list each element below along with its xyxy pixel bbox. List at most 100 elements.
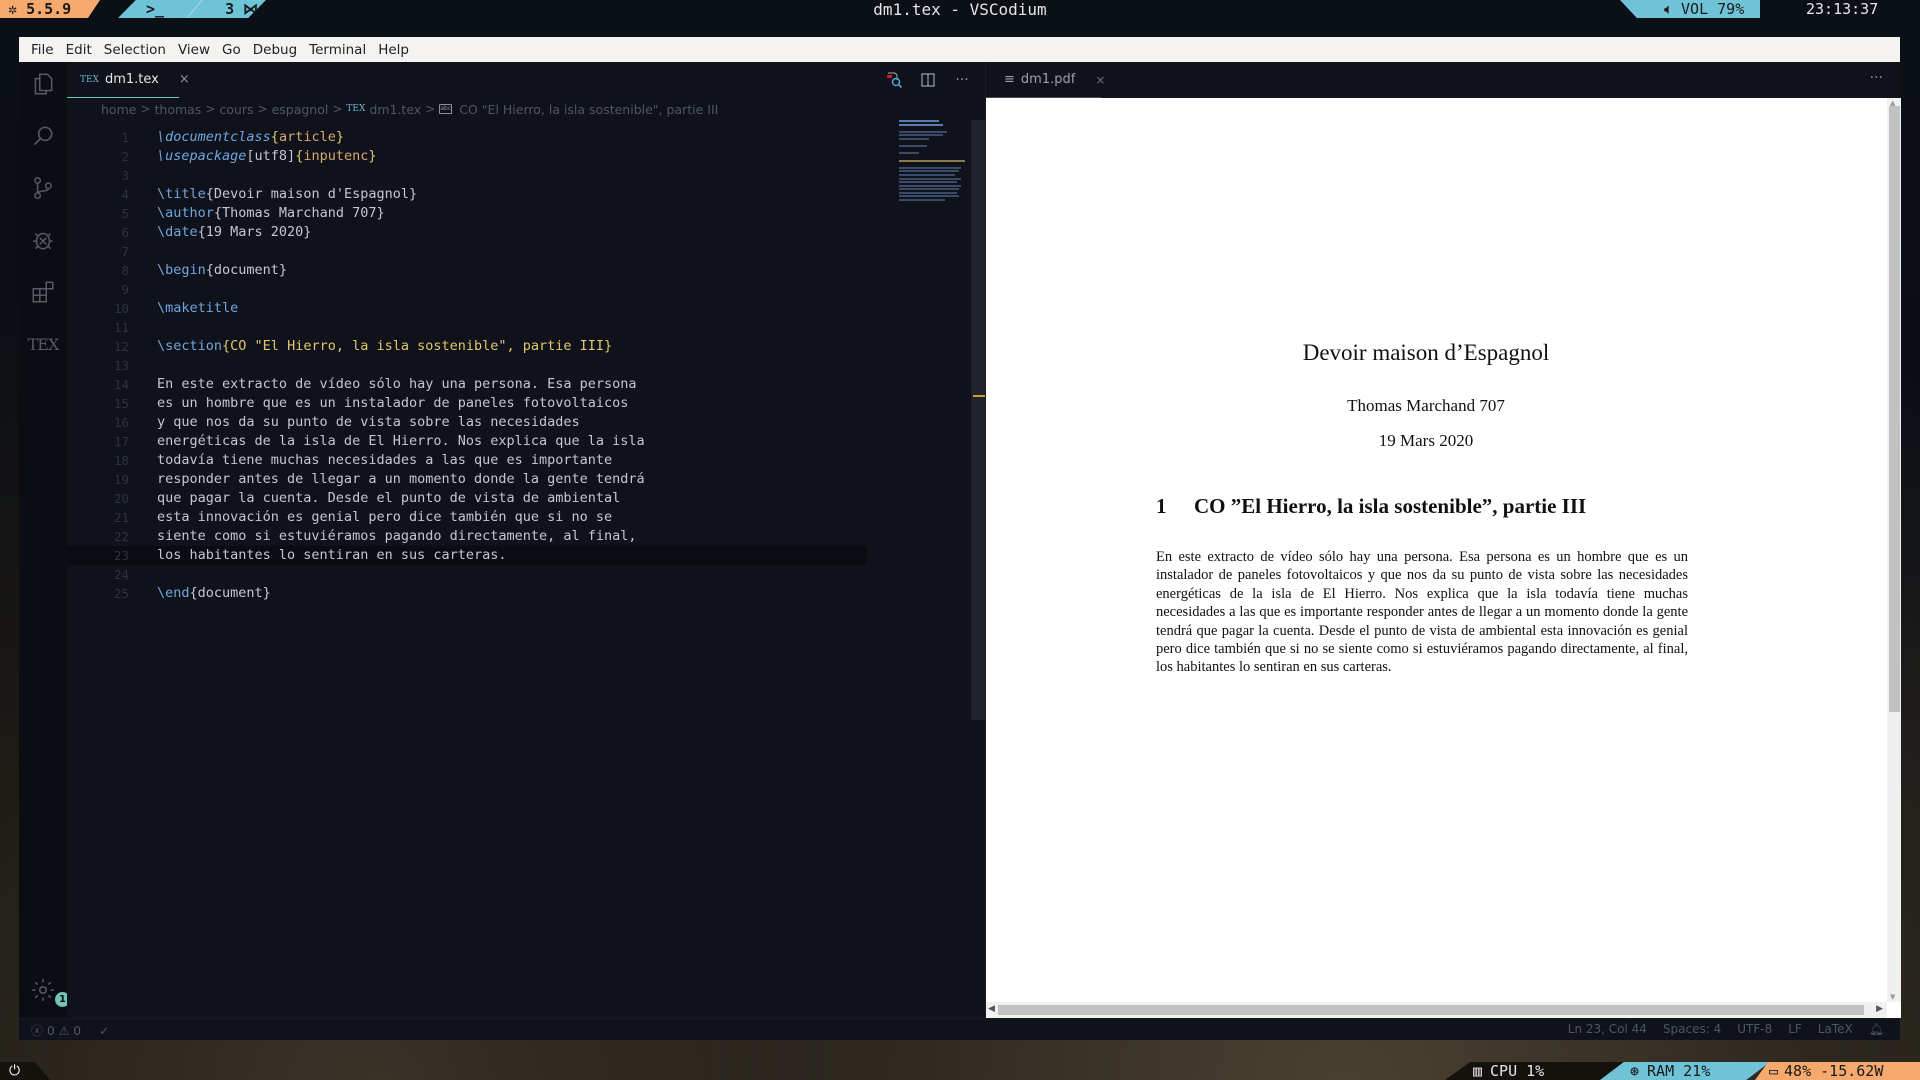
debug-icon[interactable] [29, 226, 57, 254]
pdf-preview-icon[interactable] [885, 71, 903, 89]
search-icon[interactable] [29, 122, 57, 150]
breadcrumb-item[interactable]: espagnol [272, 102, 329, 117]
code-line[interactable]: 2 \usepackage[utf8]{inputenc} [67, 147, 867, 166]
cursor-position[interactable]: Ln 23, Col 44 [1568, 1022, 1647, 1036]
line-text: y que nos da su punto de vista sobre las… [157, 413, 580, 432]
scrollbar-thumb[interactable] [998, 1005, 1864, 1015]
code-line[interactable]: 16 y que nos da su punto de vista sobre l… [67, 413, 867, 432]
check-icon[interactable]: ✓ [99, 1024, 109, 1038]
code-token: {Thomas Marchand 707} [213, 205, 385, 221]
tab-dm1-tex[interactable]: TEX dm1.tex × [67, 62, 190, 98]
volume-widget[interactable]: 🔈︎ VOL 79% [1620, 0, 1760, 18]
code-line[interactable]: 6 \date{19 Mars 2020} [67, 223, 867, 242]
code-line[interactable]: 1 \documentclass{article} [67, 128, 867, 147]
tex-file-icon: TEX [346, 104, 366, 114]
code-line[interactable]: 19 responder antes de llegar a un momento… [67, 470, 867, 489]
tab-dm1-pdf[interactable]: ≡ dm1.pdf × [986, 62, 1105, 98]
code-line[interactable]: 24 [67, 565, 867, 584]
error-icon: ⓧ [31, 1024, 44, 1038]
breadcrumb-item[interactable]: dm1.tex [369, 102, 421, 117]
code-token: todavía tiene muchas necesidades a las q… [157, 452, 613, 468]
code-line[interactable]: 4 \title{Devoir maison d'Espagnol} [67, 185, 867, 204]
encoding[interactable]: UTF-8 [1737, 1022, 1772, 1036]
menu-file[interactable]: File [25, 42, 60, 58]
code-line[interactable]: 12 \section{CO "El Hierro, la isla sosten… [67, 337, 867, 356]
code-line[interactable]: 11 [67, 318, 867, 337]
language-mode[interactable]: LaTeX [1818, 1022, 1853, 1036]
breadcrumb-item[interactable]: cours [219, 102, 253, 117]
tex-icon[interactable]: TEX [28, 330, 60, 358]
breadcrumb-item[interactable]: home [101, 102, 136, 117]
error-count: 0 [47, 1023, 55, 1038]
more-actions-icon[interactable]: ··· [953, 71, 971, 89]
code-line[interactable]: 18 todavía tiene muchas necesidades a las… [67, 451, 867, 470]
code-line[interactable]: 14 En este extracto de vídeo sólo hay una… [67, 375, 867, 394]
pdf-preview-pane: ≡ dm1.pdf × ··· Devoir maison d’Espagnol… [985, 62, 1901, 1018]
workspace-number[interactable]: 3 ⋈ [225, 0, 258, 18]
line-number: 13 [113, 358, 129, 373]
line-text: energéticas de la isla de El Hierro. Nos… [157, 432, 645, 451]
code-line[interactable]: 21 esta innovación es genial pero dice ta… [67, 508, 867, 527]
code-token: inputenc [303, 148, 369, 164]
code-line[interactable]: 13 [67, 356, 867, 375]
menu-edit[interactable]: Edit [60, 42, 98, 58]
close-tab-icon[interactable]: × [179, 72, 190, 87]
scrollbar-thumb[interactable] [1889, 106, 1900, 712]
split-editor-icon[interactable] [919, 71, 937, 89]
code-line[interactable]: 3 [67, 166, 867, 185]
code-editor[interactable]: 1 \documentclass{article} 2 \usepackage[utf… [67, 128, 867, 603]
code-line[interactable]: 7 [67, 242, 867, 261]
line-number: 16 [113, 415, 129, 430]
close-tab-icon[interactable]: × [1095, 73, 1105, 87]
explorer-icon[interactable] [29, 70, 57, 98]
workspace-widget[interactable]: >_ 3 ⋈ [118, 0, 266, 18]
source-control-icon[interactable] [29, 174, 57, 202]
line-text: \section{CO "El Hierro, la isla sostenib… [157, 337, 612, 356]
line-number: 6 [121, 225, 129, 240]
bell-icon[interactable]: 🔔︎ [1869, 1022, 1884, 1036]
breadcrumb-item[interactable]: thomas [155, 102, 202, 117]
scroll-down-arrow-icon[interactable]: ▼ [1890, 993, 1895, 1001]
code-line[interactable]: 25 \end{document} [67, 584, 867, 603]
code-line[interactable]: 15 es un hombre que es un instalador de p… [67, 394, 867, 413]
vscodium-icon: ⋈ [243, 0, 259, 18]
menu-view[interactable]: View [172, 42, 216, 58]
code-line[interactable]: 22 siente como si estuviéramos pagando di… [67, 527, 867, 546]
scroll-right-arrow-icon[interactable]: ▶ [1876, 1004, 1883, 1014]
menu-debug[interactable]: Debug [247, 42, 303, 58]
pdf-viewer[interactable]: Devoir maison d’Espagnol Thomas Marchand… [986, 98, 1901, 1018]
pdf-horizontal-scrollbar[interactable]: ◀ ▶ [986, 1002, 1887, 1018]
terminal-icon[interactable]: >_ [146, 0, 164, 18]
settings-gear-icon[interactable]: 1 [29, 976, 70, 1007]
ram-widget: ⊛ RAM 21% [1600, 1062, 1770, 1080]
menu-help[interactable]: Help [372, 42, 415, 58]
section-number: 1 [1156, 494, 1167, 518]
code-line[interactable]: 8 \begin{document} [67, 261, 867, 280]
code-line[interactable]: 23 los habitantes lo sentiran en sus cart… [67, 546, 867, 565]
extensions-icon[interactable] [29, 278, 57, 306]
indentation[interactable]: Spaces: 4 [1663, 1022, 1721, 1036]
editor-scrollbar[interactable] [971, 120, 985, 720]
code-token: {document} [189, 585, 271, 601]
menu-terminal[interactable]: Terminal [303, 42, 372, 58]
more-actions-icon[interactable]: ··· [1870, 70, 1883, 86]
workspace-divider [186, 0, 203, 18]
line-ending[interactable]: LF [1788, 1022, 1802, 1036]
code-line[interactable]: 17 energéticas de la isla de El Hierro. N… [67, 432, 867, 451]
code-token: {Devoir maison d'Espagnol} [205, 186, 418, 202]
scroll-left-arrow-icon[interactable]: ◀ [988, 1004, 995, 1014]
minimap[interactable] [899, 120, 969, 202]
code-line[interactable]: 10 \maketitle [67, 299, 867, 318]
breadcrumb-item[interactable]: CO "El Hierro, la isla sostenible", part… [459, 102, 718, 117]
code-line[interactable]: 9 [67, 280, 867, 299]
pdf-vertical-scrollbar[interactable]: ▲ ▼ [1887, 98, 1901, 1002]
line-number: 24 [113, 567, 129, 582]
menu-go[interactable]: Go [216, 42, 247, 58]
code-token: \documentclass [157, 129, 271, 145]
code-line[interactable]: 5 \author{Thomas Marchand 707} [67, 204, 867, 223]
problems-indicator[interactable]: ⓧ 0 ⚠ 0 ✓ [31, 1022, 109, 1039]
system-version-widget[interactable]: ✲ 5.5.9 [0, 0, 100, 18]
menu-selection[interactable]: Selection [98, 42, 172, 58]
code-line[interactable]: 20 que pagar la cuenta. Desde el punto de… [67, 489, 867, 508]
power-icon[interactable]: ⏻ [0, 1062, 50, 1080]
